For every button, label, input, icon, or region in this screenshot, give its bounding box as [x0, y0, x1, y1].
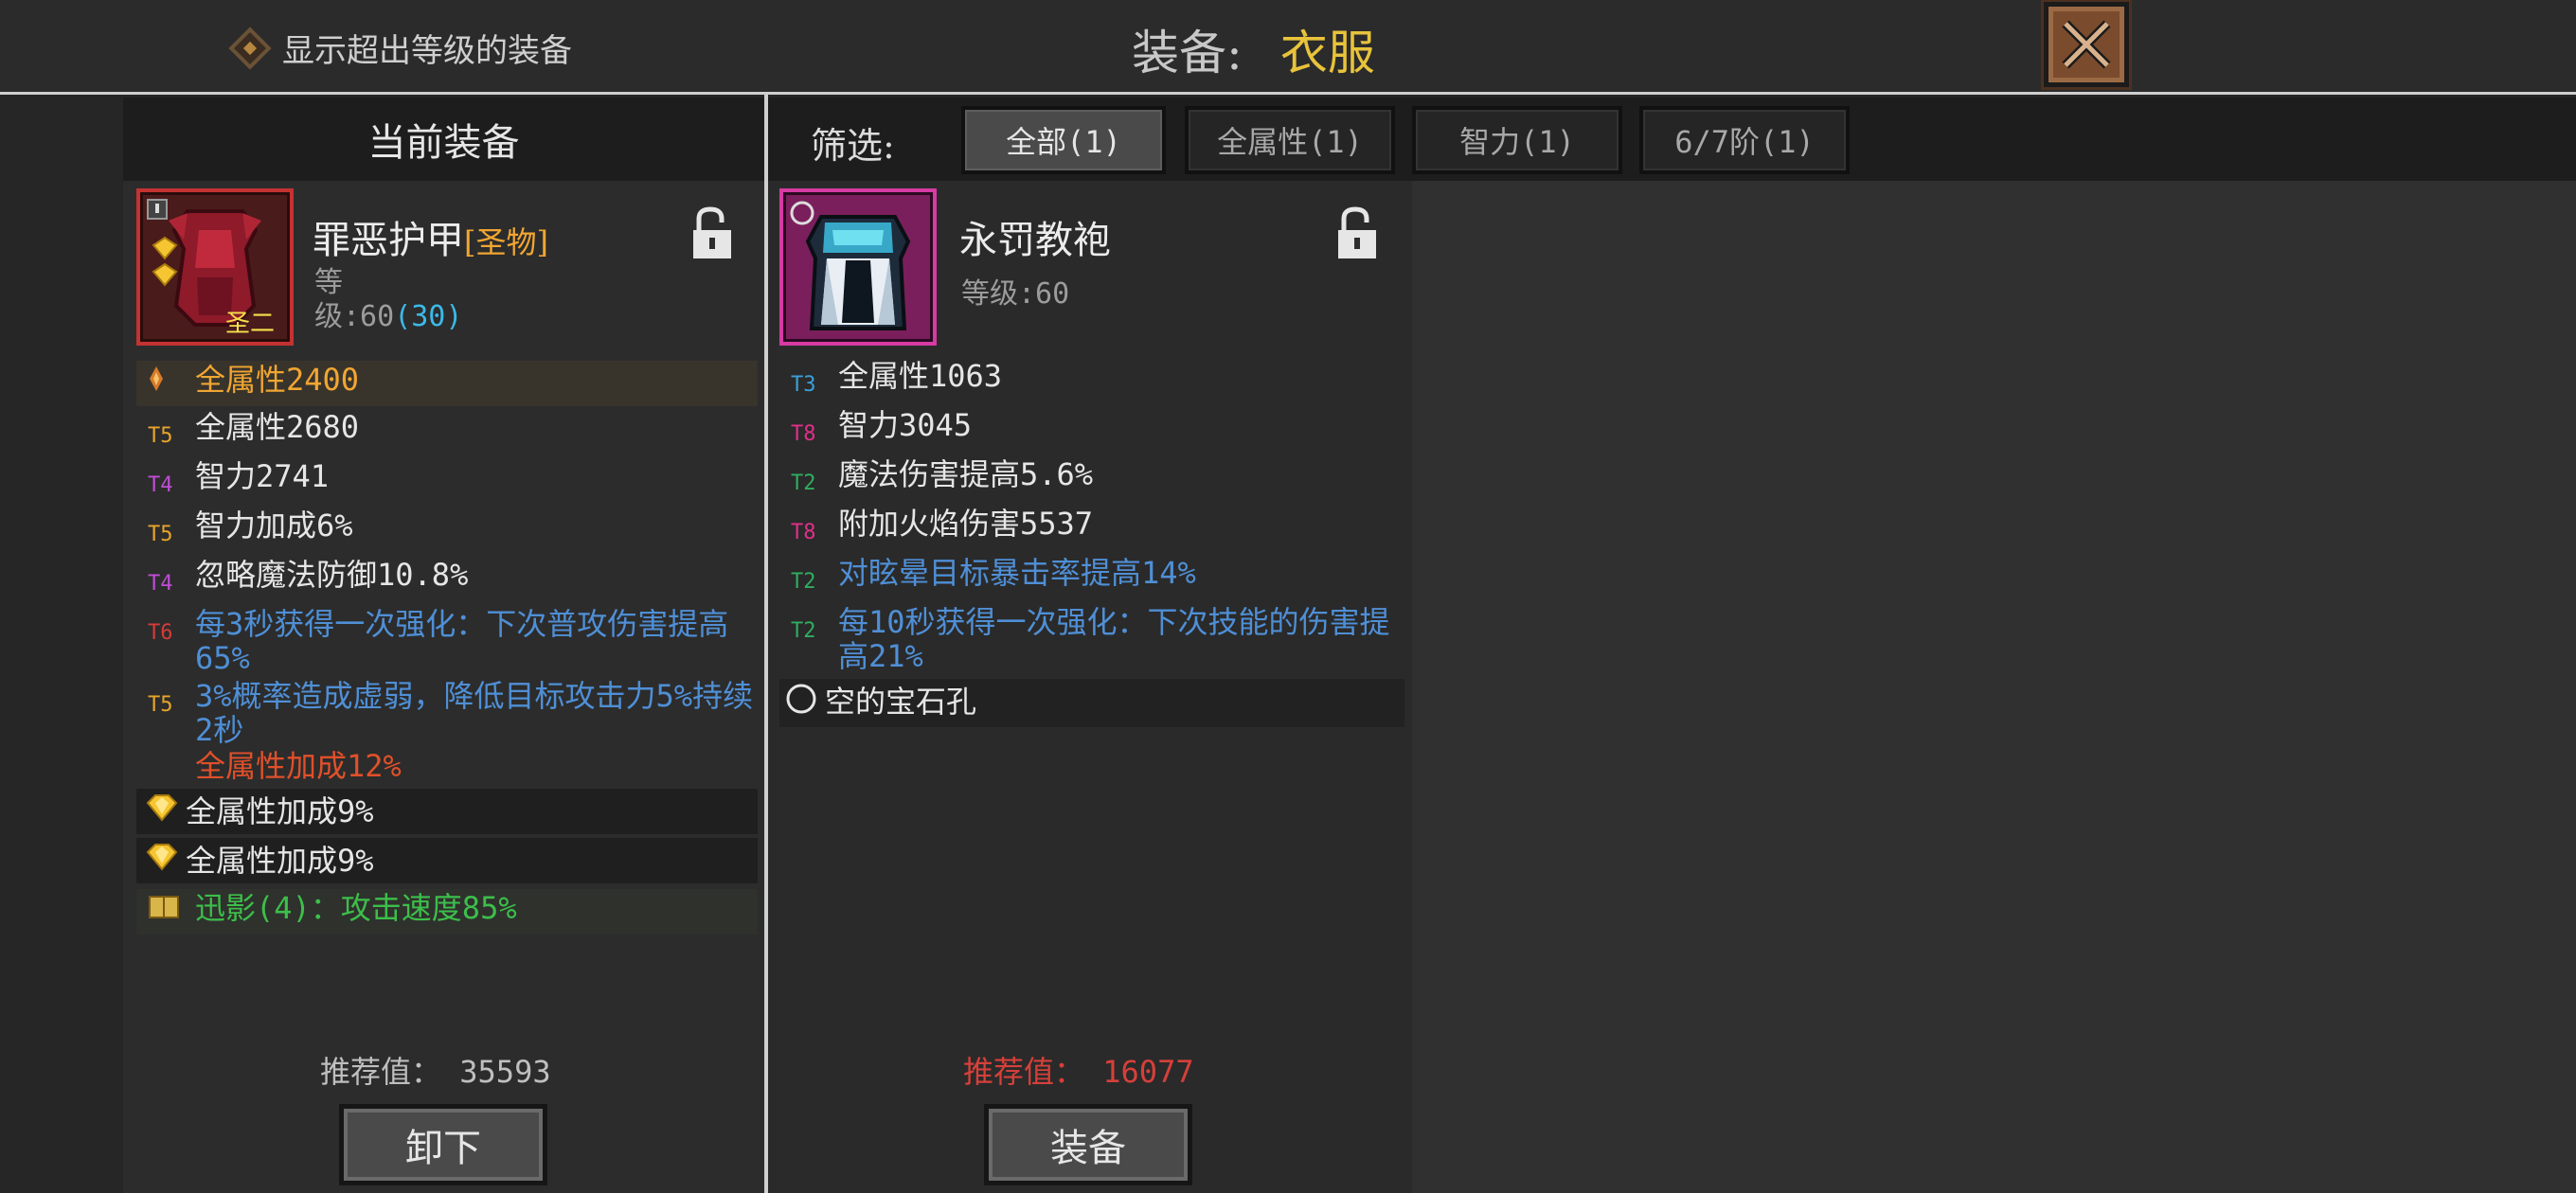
- affix-text: 全属性1063: [838, 358, 1003, 394]
- filter-tab-all-attributes[interactable]: 全属性(1): [1185, 106, 1395, 174]
- current-affix-row: T5 智力加成6%: [136, 508, 758, 554]
- affix-text: 忽略魔法防御10.8%: [195, 557, 469, 593]
- filter-tab-intelligence[interactable]: 智力(1): [1412, 106, 1622, 174]
- special-stat-text: 全属性加成12%: [195, 748, 402, 784]
- current-item-slot[interactable]: 圣二: [136, 188, 294, 346]
- current-affix-row: T6 每3秒获得一次强化：下次普攻伤害提高65%: [136, 607, 758, 675]
- candidate-affix-row: T8 智力3045: [779, 408, 1404, 454]
- equip-button[interactable]: 装备: [984, 1104, 1192, 1185]
- special-stat-row: 全属性加成12%: [136, 747, 758, 785]
- current-equipment-panel: 当前装备 圣二 罪恶护甲[圣物] 等 级:60(30) 全属性2400 T5 全…: [123, 98, 764, 1193]
- candidate-affix-row: T2 对眩晕目标暴击率提高14%: [779, 556, 1404, 601]
- tier-label: T5: [148, 523, 173, 546]
- tier-label: T4: [148, 572, 173, 596]
- title-slot: 衣服: [1279, 26, 1375, 80]
- affix-text: 每3秒获得一次强化：下次普攻伤害提高65%: [195, 606, 729, 676]
- show-over-level-toggle[interactable]: 显示超出等级的装备: [228, 25, 572, 71]
- level-value: 级:60: [314, 300, 395, 333]
- diamond-checkbox-icon[interactable]: [228, 26, 272, 70]
- candidate-item-column: 永罚教袍 等级:60 T3 全属性1063 T8 智力3045 T2 魔法伤害提高5.6%…: [768, 181, 1412, 1193]
- gem-stat-text-2: 全属性加成9%: [186, 843, 374, 879]
- candidate-recommend-value: 推荐值： 16077: [963, 1054, 1194, 1090]
- current-affix-row: T4 忽略魔法防御10.8%: [136, 558, 758, 603]
- unlock-icon[interactable]: [689, 205, 735, 262]
- candidate-panel: 筛选: 全部(1) 全属性(1) 智力(1) 6/7阶(1) 永罚教袍 等级:6…: [768, 98, 2576, 1193]
- empty-socket-text: 空的宝石孔: [825, 684, 977, 720]
- candidate-affix-row: T2 魔法伤害提高5.6%: [779, 457, 1404, 503]
- current-item-name-text: 罪恶护甲: [313, 219, 464, 262]
- tier-label: T2: [791, 619, 816, 643]
- empty-socket-row: 空的宝石孔: [779, 679, 1404, 727]
- filter-tab-tier-6-7[interactable]: 6/7阶(1): [1639, 106, 1850, 174]
- affix-text: 每10秒获得一次强化：下次技能的伤害提高21%: [838, 604, 1390, 674]
- affix-text: 智力加成6%: [195, 507, 353, 543]
- close-button[interactable]: [2041, 0, 2132, 90]
- equipment-list-empty-area: [1412, 181, 2576, 1193]
- current-affix-rows: T5 全属性2680 T4 智力2741 T5 智力加成6% T4 忽略魔法防御10.8% T6…: [136, 410, 758, 747]
- filter-label: 筛选:: [811, 125, 895, 167]
- gem-stat-text-1: 全属性加成9%: [186, 793, 374, 829]
- top-bar: 显示超出等级的装备 装备: 衣服: [0, 0, 2576, 95]
- affix-text: 智力2741: [195, 458, 330, 494]
- main-stat-text: 全属性2400: [195, 362, 360, 398]
- filter-bar: 筛选: 全部(1) 全属性(1) 智力(1) 6/7阶(1): [768, 98, 2576, 181]
- gem-icon: [136, 842, 186, 880]
- candidate-affix-row: T8 附加火焰伤害5537: [779, 507, 1404, 552]
- level-extra: (30): [394, 300, 463, 333]
- affix-text: 对眩晕目标暴击率提高14%: [838, 555, 1196, 591]
- candidate-item-slot[interactable]: [779, 188, 937, 346]
- tier-label: T5: [148, 693, 173, 717]
- current-item-level: 等 级:60(30): [314, 266, 462, 334]
- candidate-item-level: 等级:60: [961, 277, 1070, 311]
- unlock-icon[interactable]: [1334, 205, 1380, 262]
- current-affix-row: T4 智力2741: [136, 459, 758, 505]
- tier-label: T2: [791, 570, 816, 594]
- tier-label: T4: [148, 473, 173, 497]
- current-equipment-header: 当前装备: [123, 98, 764, 181]
- title-prefix: 装备:: [1132, 26, 1243, 80]
- page-title: 装备: 衣服: [1132, 15, 1375, 83]
- affix-text: 3%概率造成虚弱，降低目标攻击力5%持续2秒: [195, 678, 754, 748]
- show-over-level-label: 显示超出等级的装备: [282, 32, 572, 70]
- gem-stat-row: 全属性加成9%: [136, 789, 758, 834]
- affix-text: 魔法伤害提高5.6%: [838, 456, 1094, 492]
- main-stat-icon: [136, 361, 195, 406]
- candidate-affix-rows: T3 全属性1063 T8 智力3045 T2 魔法伤害提高5.6% T8 附加火焰伤害553…: [779, 359, 1404, 673]
- affix-text: 全属性2680: [195, 409, 360, 445]
- level-label: 等: [314, 266, 343, 299]
- current-item-tag: [圣物]: [464, 224, 548, 260]
- current-recommend-value: 推荐值： 35593: [320, 1054, 551, 1090]
- filter-tab-all[interactable]: 全部(1): [961, 106, 1166, 174]
- unequip-button[interactable]: 卸下: [339, 1104, 547, 1185]
- affix-text: 附加火焰伤害5537: [838, 506, 1094, 542]
- set-bonus-text: 迅影(4)：攻击速度85%: [195, 890, 517, 926]
- set-book-icon: [136, 889, 195, 935]
- empty-socket-icon: [779, 683, 825, 723]
- set-bonus-row: 迅影(4)：攻击速度85%: [136, 889, 758, 935]
- item-grade-badge: 圣二: [225, 310, 276, 338]
- gem-icon: [136, 792, 186, 830]
- current-item-name: 罪恶护甲[圣物]: [313, 209, 548, 264]
- tier-label: T3: [791, 373, 816, 397]
- close-x-icon: [2062, 20, 2111, 69]
- tier-label: T6: [148, 621, 173, 645]
- candidate-item-name: 永罚教袍: [959, 219, 1111, 262]
- affix-text: 智力3045: [838, 407, 973, 443]
- candidate-stats-list: T3 全属性1063 T8 智力3045 T2 魔法伤害提高5.6% T8 附加火焰伤害553…: [779, 355, 1404, 727]
- tier-label: T2: [791, 472, 816, 495]
- robe-icon: [790, 201, 911, 330]
- candidate-affix-row: T2 每10秒获得一次强化：下次技能的伤害提高21%: [779, 605, 1404, 673]
- tier-label: T8: [791, 521, 816, 544]
- tier-label: T8: [791, 422, 816, 446]
- candidate-affix-row: T3 全属性1063: [779, 359, 1404, 404]
- current-affix-row: T5 3%概率造成虚弱，降低目标攻击力5%持续2秒: [136, 679, 758, 747]
- tier-label: T5: [148, 424, 173, 448]
- main-stat-row: 全属性2400: [136, 361, 758, 406]
- current-stats-list: 全属性2400 T5 全属性2680 T4 智力2741 T5 智力加成6% T4 忽略魔法防…: [136, 361, 758, 935]
- current-affix-row: T5 全属性2680: [136, 410, 758, 455]
- gem-stat-row: 全属性加成9%: [136, 838, 758, 883]
